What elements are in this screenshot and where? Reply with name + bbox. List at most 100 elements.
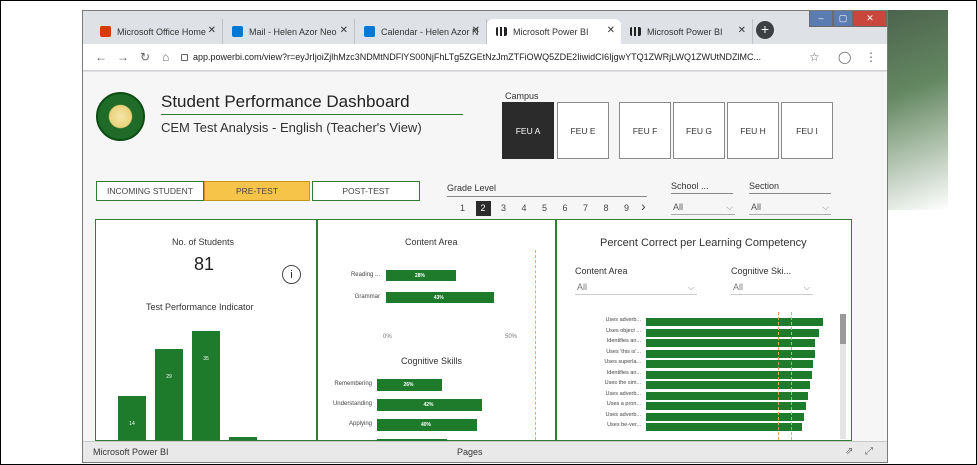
category-label: Understanding xyxy=(332,401,372,407)
browser-window: Microsoft Office Home ✕ Mail - Helen Azo… xyxy=(82,10,888,463)
axis-min-label: 0% xyxy=(383,334,392,340)
bookmark-star-icon[interactable]: ☆ xyxy=(809,50,820,64)
back-icon[interactable]: ← xyxy=(95,50,107,64)
close-icon[interactable]: ✕ xyxy=(340,25,348,36)
tab-mail[interactable]: Mail - Helen Azor Neo ✕ xyxy=(223,19,355,44)
grade-6[interactable]: 6 xyxy=(558,201,573,216)
campus-feu-i[interactable]: FEU I xyxy=(781,102,833,159)
campus-feu-a[interactable]: FEU A xyxy=(502,102,554,159)
cognitive-filter-label: Cognitive Ski... xyxy=(731,266,792,276)
profile-icon[interactable]: ◯ xyxy=(838,50,851,64)
tab-powerbi[interactable]: Microsoft Power BI ✕ xyxy=(621,19,753,44)
tab-label: Calendar - Helen Azor N xyxy=(381,26,479,37)
indicator-bar-label: 35 xyxy=(203,355,209,362)
background-decoration xyxy=(888,10,948,210)
grade-9[interactable]: 9 xyxy=(619,201,634,216)
grade-2[interactable]: 2 xyxy=(475,201,491,216)
tab-label: Mail - Helen Azor Neo xyxy=(249,26,337,37)
share-icon[interactable]: ⇗ xyxy=(845,446,853,457)
campus-feu-g[interactable]: FEU G xyxy=(673,102,725,159)
competency-panel: Percent Correct per Learning Competency … xyxy=(556,219,852,441)
grade-8[interactable]: 8 xyxy=(599,201,614,216)
section-line xyxy=(749,193,831,194)
powerbi-report-page: Student Performance Dashboard CEM Test A… xyxy=(83,72,887,451)
powerbi-icon xyxy=(630,27,641,36)
minimize-button[interactable]: – xyxy=(809,11,833,27)
section-value: All xyxy=(751,202,762,212)
competency-label: Uses adverb... xyxy=(605,411,641,418)
calendar-icon xyxy=(364,26,375,37)
competency-label: Uses 'this is'... xyxy=(606,348,641,355)
campus-label: Campus xyxy=(505,91,539,101)
school-dropdown[interactable]: All ⌵ xyxy=(671,199,735,215)
school-logo xyxy=(96,92,145,141)
footer-app-name: Microsoft Power BI xyxy=(93,447,169,457)
competency-title: Percent Correct per Learning Competency xyxy=(600,237,807,249)
competency-bar xyxy=(646,349,816,358)
scrollbar-thumb[interactable] xyxy=(840,314,846,344)
info-icon[interactable]: i xyxy=(282,265,301,284)
grade-next-icon[interactable]: › xyxy=(641,198,646,214)
content-area-filter-label: Content Area xyxy=(575,266,628,276)
new-tab-button[interactable]: + xyxy=(756,21,774,39)
title-underline xyxy=(161,114,463,115)
indicator-bar xyxy=(155,349,183,440)
report-title: Student Performance Dashboard xyxy=(161,92,410,111)
maximize-button[interactable]: ▢ xyxy=(833,11,853,27)
close-icon[interactable]: ✕ xyxy=(472,25,480,36)
content-area-filter-value: All xyxy=(577,282,588,292)
campus-feu-h[interactable]: FEU H xyxy=(727,102,779,159)
grade-5[interactable]: 5 xyxy=(537,201,552,216)
tab-label: Microsoft Power BI xyxy=(513,26,589,37)
section-label: Section xyxy=(749,181,780,191)
report-subtitle: CEM Test Analysis - English (Teacher's V… xyxy=(161,120,422,135)
competency-bar xyxy=(646,391,808,400)
close-icon[interactable]: ✕ xyxy=(208,25,216,36)
tab-calendar[interactable]: Calendar - Helen Azor N ✕ xyxy=(355,19,487,44)
menu-icon[interactable]: ⋮ xyxy=(865,50,877,64)
competency-label: Uses a pron... xyxy=(606,401,641,407)
reload-icon[interactable]: ↻ xyxy=(140,50,150,64)
competency-label: Uses adverb... xyxy=(605,317,641,323)
grade-7[interactable]: 7 xyxy=(578,201,593,216)
campus-feu-f[interactable]: FEU F xyxy=(619,102,671,159)
fullscreen-icon[interactable]: ⤢ xyxy=(865,446,873,457)
cognitive-filter-value: All xyxy=(733,282,744,292)
status-footer: Microsoft Power BI Pages ⇗ ⤢ xyxy=(83,441,887,462)
indicator-bar-label: 14 xyxy=(129,421,135,428)
lock-icon xyxy=(181,54,188,61)
grade-1[interactable]: 1 xyxy=(455,201,470,216)
campus-feu-e[interactable]: FEU E xyxy=(557,102,609,159)
cognitive-filter[interactable]: All ⌵ xyxy=(731,280,813,295)
url-text: app.powerbi.com/view?r=eyJrIjoiZjlhMzc3N… xyxy=(193,52,762,62)
content-bar-label: 28% xyxy=(415,273,426,279)
cognitive-bar-label: 26% xyxy=(403,382,414,388)
forward-icon[interactable]: → xyxy=(117,50,129,64)
pages-button[interactable]: Pages xyxy=(457,447,483,457)
competency-bar xyxy=(646,328,819,337)
section-dropdown[interactable]: All ⌵ xyxy=(749,199,831,215)
url-field[interactable]: app.powerbi.com/view?r=eyJrIjoiZjlhMzc3N… xyxy=(181,48,836,67)
competency-label: Uses object ... xyxy=(606,327,641,334)
outlook-icon xyxy=(232,26,243,37)
competency-label: Uses the sim... xyxy=(604,380,641,386)
tab-office-home[interactable]: Microsoft Office Home ✕ xyxy=(91,19,223,44)
content-area-filter[interactable]: All ⌵ xyxy=(575,280,697,295)
chevron-down-icon: ⌵ xyxy=(687,283,694,292)
competency-bar xyxy=(646,318,823,326)
close-icon[interactable]: ✕ xyxy=(607,25,615,36)
pre-test-button[interactable]: PRE-TEST xyxy=(204,181,310,201)
grade-4[interactable]: 4 xyxy=(517,201,532,216)
chart-scrollbar[interactable] xyxy=(840,314,846,439)
category-label: Applying xyxy=(348,421,372,427)
incoming-student-button[interactable]: INCOMING STUDENT xyxy=(96,181,204,201)
home-icon[interactable]: ⌂ xyxy=(162,50,169,64)
grade-3[interactable]: 3 xyxy=(496,201,511,216)
tab-powerbi-active[interactable]: Microsoft Power BI ✕ xyxy=(487,19,621,44)
address-bar: ← → ↻ ⌂ app.powerbi.com/view?r=eyJrIjoiZ… xyxy=(83,44,887,71)
post-test-button[interactable]: POST-TEST xyxy=(312,181,420,201)
close-window-button[interactable]: ✕ xyxy=(853,11,887,27)
competency-label: Identifies an... xyxy=(606,338,641,344)
close-icon[interactable]: ✕ xyxy=(738,25,746,36)
category-label: Grammar xyxy=(354,294,380,300)
